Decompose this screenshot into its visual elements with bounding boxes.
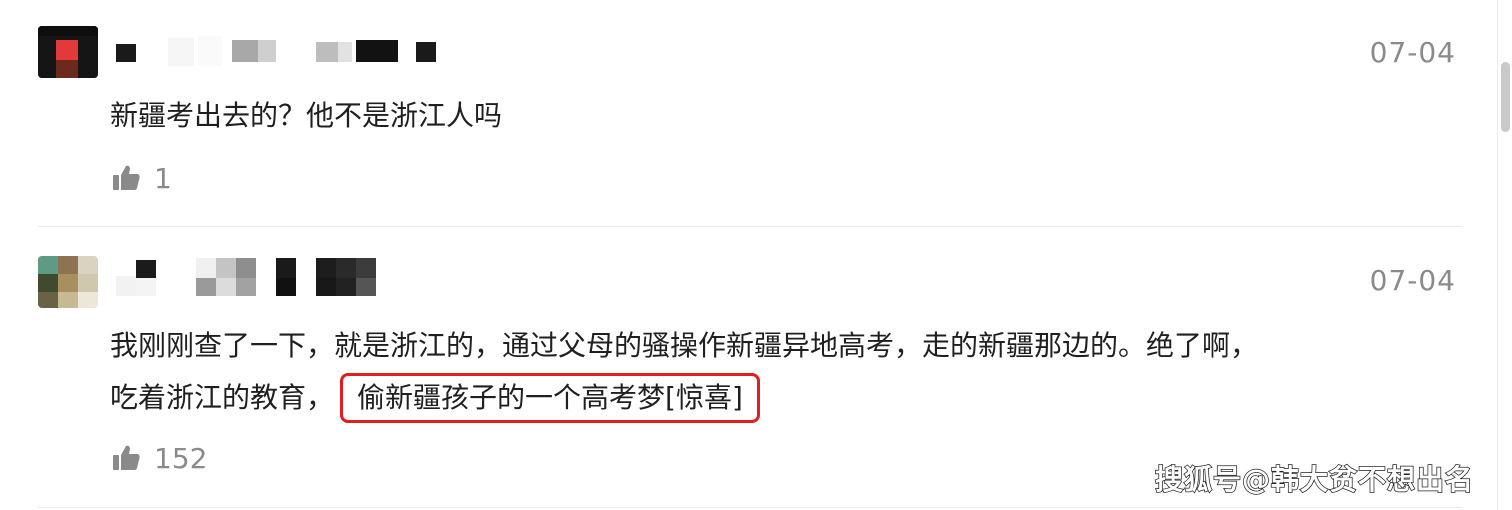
like-button[interactable]: 152 [110, 441, 208, 475]
divider [38, 226, 1462, 227]
watermark: 搜狐号@韩大贫不想出名 [1154, 462, 1474, 497]
username-pixelated[interactable] [116, 34, 446, 74]
highlighted-text: 偷新疆孩子的一个高考梦[惊喜] [340, 373, 760, 423]
avatar[interactable] [38, 26, 98, 78]
thumbs-up-icon [113, 165, 140, 190]
thumbs-up-icon [113, 445, 140, 470]
username-pixelated[interactable] [116, 258, 386, 298]
divider [38, 507, 1462, 508]
comment-item: 07-04 新疆考出去的？他不是浙江人吗 1 [38, 0, 1462, 227]
like-count: 1 [154, 161, 172, 195]
comment-text-plain: 吃着浙江的教育， [110, 381, 335, 414]
like-button[interactable]: 1 [110, 161, 172, 195]
comment-text-line: 新疆考出去的？他不是浙江人吗 [110, 99, 503, 132]
comment-feed: 07-04 新疆考出去的？他不是浙江人吗 1 07-04 我刚刚查了一下，就是浙… [0, 0, 1512, 510]
comment-text: 我刚刚查了一下，就是浙江的，通过父母的骚操作新疆异地高考，走的新疆那边的。绝了啊… [110, 320, 1258, 424]
scrollbar-thumb[interactable] [1501, 62, 1510, 132]
like-count: 152 [154, 441, 208, 475]
comment-date: 07-04 [1369, 264, 1456, 297]
comment-text: 新疆考出去的？他不是浙江人吗 [110, 90, 502, 142]
scrollbar[interactable] [1497, 0, 1512, 510]
comment-text-line: 吃着浙江的教育， 偷新疆孩子的一个高考梦[惊喜] [110, 372, 1258, 424]
comment-date: 07-04 [1369, 36, 1456, 69]
avatar[interactable] [38, 256, 98, 308]
comment-text-line: 我刚刚查了一下，就是浙江的，通过父母的骚操作新疆异地高考，走的新疆那边的。绝了啊… [110, 329, 1259, 362]
